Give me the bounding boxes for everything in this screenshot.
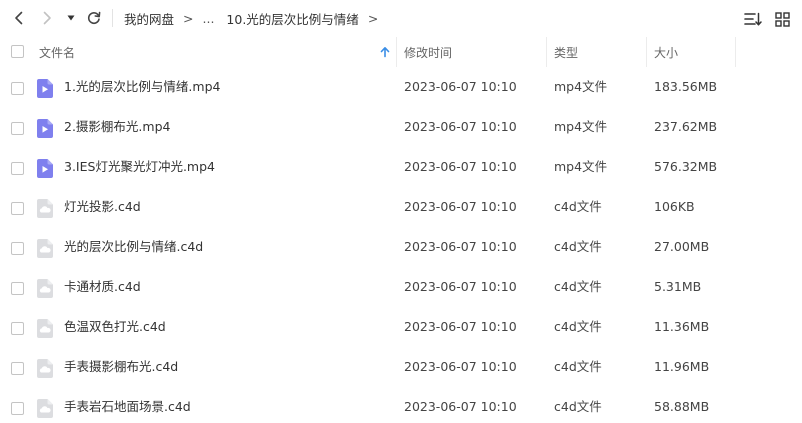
column-divider[interactable] (396, 37, 397, 67)
file-modified-time: 2023-06-07 10:10 (404, 399, 517, 414)
file-name[interactable]: 色温双色打光.c4d (64, 307, 166, 347)
file-type: c4d文件 (554, 399, 602, 414)
file-size: 237.62MB (654, 119, 718, 134)
row-checkbox[interactable] (11, 162, 24, 175)
table-row[interactable]: 卡通材质.c4d 2023-06-07 10:10 c4d文件 5.31MB (0, 267, 802, 307)
file-type: c4d文件 (554, 239, 602, 254)
video-file-icon (37, 119, 53, 138)
video-file-icon (37, 79, 53, 98)
file-type: c4d文件 (554, 319, 602, 334)
row-checkbox[interactable] (11, 242, 24, 255)
generic-file-icon (37, 319, 53, 338)
file-name[interactable]: 卡通材质.c4d (64, 267, 141, 307)
file-modified-time: 2023-06-07 10:10 (404, 359, 517, 374)
breadcrumb-trailing-separator[interactable]: > (368, 11, 378, 26)
file-type: mp4文件 (554, 159, 608, 174)
video-file-icon (37, 159, 53, 178)
file-list: 1.光的层次比例与情绪.mp4 2023-06-07 10:10 mp4文件 1… (0, 67, 802, 423)
file-type: mp4文件 (554, 79, 608, 94)
caret-down-icon (67, 15, 75, 21)
file-type: mp4文件 (554, 119, 608, 134)
generic-file-icon (37, 399, 53, 418)
generic-file-icon (37, 199, 53, 218)
generic-file-icon (37, 239, 53, 258)
table-row[interactable]: 手表摄影棚布光.c4d 2023-06-07 10:10 c4d文件 11.96… (0, 347, 802, 387)
table-row[interactable]: 2.摄影棚布光.mp4 2023-06-07 10:10 mp4文件 237.6… (0, 107, 802, 147)
breadcrumb-ellipsis[interactable]: ... (203, 11, 215, 26)
sort-menu-button[interactable] (743, 9, 763, 29)
file-modified-time: 2023-06-07 10:10 (404, 79, 517, 94)
file-modified-time: 2023-06-07 10:10 (404, 239, 517, 254)
file-table-header: 文件名 修改时间 类型 大小 (0, 37, 802, 67)
table-row[interactable]: 手表岩石地面场景.c4d 2023-06-07 10:10 c4d文件 58.8… (0, 387, 802, 423)
back-button[interactable] (9, 8, 29, 28)
row-checkbox[interactable] (11, 402, 24, 415)
breadcrumb-current[interactable]: 10.光的层次比例与情绪 (226, 9, 358, 28)
breadcrumb-root[interactable]: 我的网盘 (124, 9, 174, 28)
column-header-type[interactable]: 类型 (554, 37, 578, 67)
file-name[interactable]: 2.摄影棚布光.mp4 (64, 107, 170, 147)
chevron-right-icon (43, 11, 51, 25)
row-checkbox[interactable] (11, 202, 24, 215)
view-mode-button[interactable] (772, 9, 792, 29)
top-navigation-bar: 我的网盘 > ... 10.光的层次比例与情绪 > (0, 0, 802, 37)
file-size: 11.36MB (654, 319, 710, 334)
file-name[interactable]: 1.光的层次比例与情绪.mp4 (64, 67, 220, 107)
row-checkbox[interactable] (11, 122, 24, 135)
file-type: c4d文件 (554, 359, 602, 374)
breadcrumb: 我的网盘 > ... 10.光的层次比例与情绪 > (124, 0, 378, 37)
file-size: 5.31MB (654, 279, 702, 294)
file-size: 27.00MB (654, 239, 710, 254)
toolbar-divider (112, 9, 113, 27)
file-size: 183.56MB (654, 79, 718, 94)
file-name[interactable]: 手表摄影棚布光.c4d (64, 347, 178, 387)
sort-list-icon (744, 12, 762, 26)
column-header-modified[interactable]: 修改时间 (404, 37, 452, 67)
chevron-left-icon (15, 11, 23, 25)
row-checkbox[interactable] (11, 362, 24, 375)
file-modified-time: 2023-06-07 10:10 (404, 319, 517, 334)
file-size: 106KB (654, 199, 695, 214)
file-modified-time: 2023-06-07 10:10 (404, 279, 517, 294)
generic-file-icon (37, 279, 53, 298)
column-divider[interactable] (646, 37, 647, 67)
sort-ascending-arrow-icon[interactable] (379, 46, 391, 58)
forward-button[interactable] (37, 8, 57, 28)
file-modified-time: 2023-06-07 10:10 (404, 159, 517, 174)
table-row[interactable]: 3.IES灯光聚光灯冲光.mp4 2023-06-07 10:10 mp4文件 … (0, 147, 802, 187)
column-header-size[interactable]: 大小 (654, 37, 678, 67)
file-modified-time: 2023-06-07 10:10 (404, 199, 517, 214)
refresh-button[interactable] (84, 8, 104, 28)
column-header-name[interactable]: 文件名 (39, 37, 75, 67)
file-size: 58.88MB (654, 399, 710, 414)
generic-file-icon (37, 359, 53, 378)
file-name[interactable]: 手表岩石地面场景.c4d (64, 387, 191, 423)
file-size: 11.96MB (654, 359, 710, 374)
file-name[interactable]: 光的层次比例与情绪.c4d (64, 227, 203, 267)
history-dropdown-button[interactable] (63, 8, 79, 28)
table-row[interactable]: 光的层次比例与情绪.c4d 2023-06-07 10:10 c4d文件 27.… (0, 227, 802, 267)
table-row[interactable]: 色温双色打光.c4d 2023-06-07 10:10 c4d文件 11.36M… (0, 307, 802, 347)
column-divider[interactable] (735, 37, 736, 67)
table-row[interactable]: 1.光的层次比例与情绪.mp4 2023-06-07 10:10 mp4文件 1… (0, 67, 802, 107)
file-name[interactable]: 灯光投影.c4d (64, 187, 141, 227)
select-all-checkbox[interactable] (11, 45, 24, 58)
file-type: c4d文件 (554, 279, 602, 294)
file-type: c4d文件 (554, 199, 602, 214)
row-checkbox[interactable] (11, 282, 24, 295)
row-checkbox[interactable] (11, 82, 24, 95)
breadcrumb-separator: > (183, 11, 194, 26)
file-size: 576.32MB (654, 159, 718, 174)
column-divider[interactable] (546, 37, 547, 67)
file-modified-time: 2023-06-07 10:10 (404, 119, 517, 134)
file-name[interactable]: 3.IES灯光聚光灯冲光.mp4 (64, 147, 215, 187)
table-row[interactable]: 灯光投影.c4d 2023-06-07 10:10 c4d文件 106KB (0, 187, 802, 227)
row-checkbox[interactable] (11, 322, 24, 335)
refresh-icon (87, 11, 101, 25)
grid-view-icon (774, 11, 790, 27)
